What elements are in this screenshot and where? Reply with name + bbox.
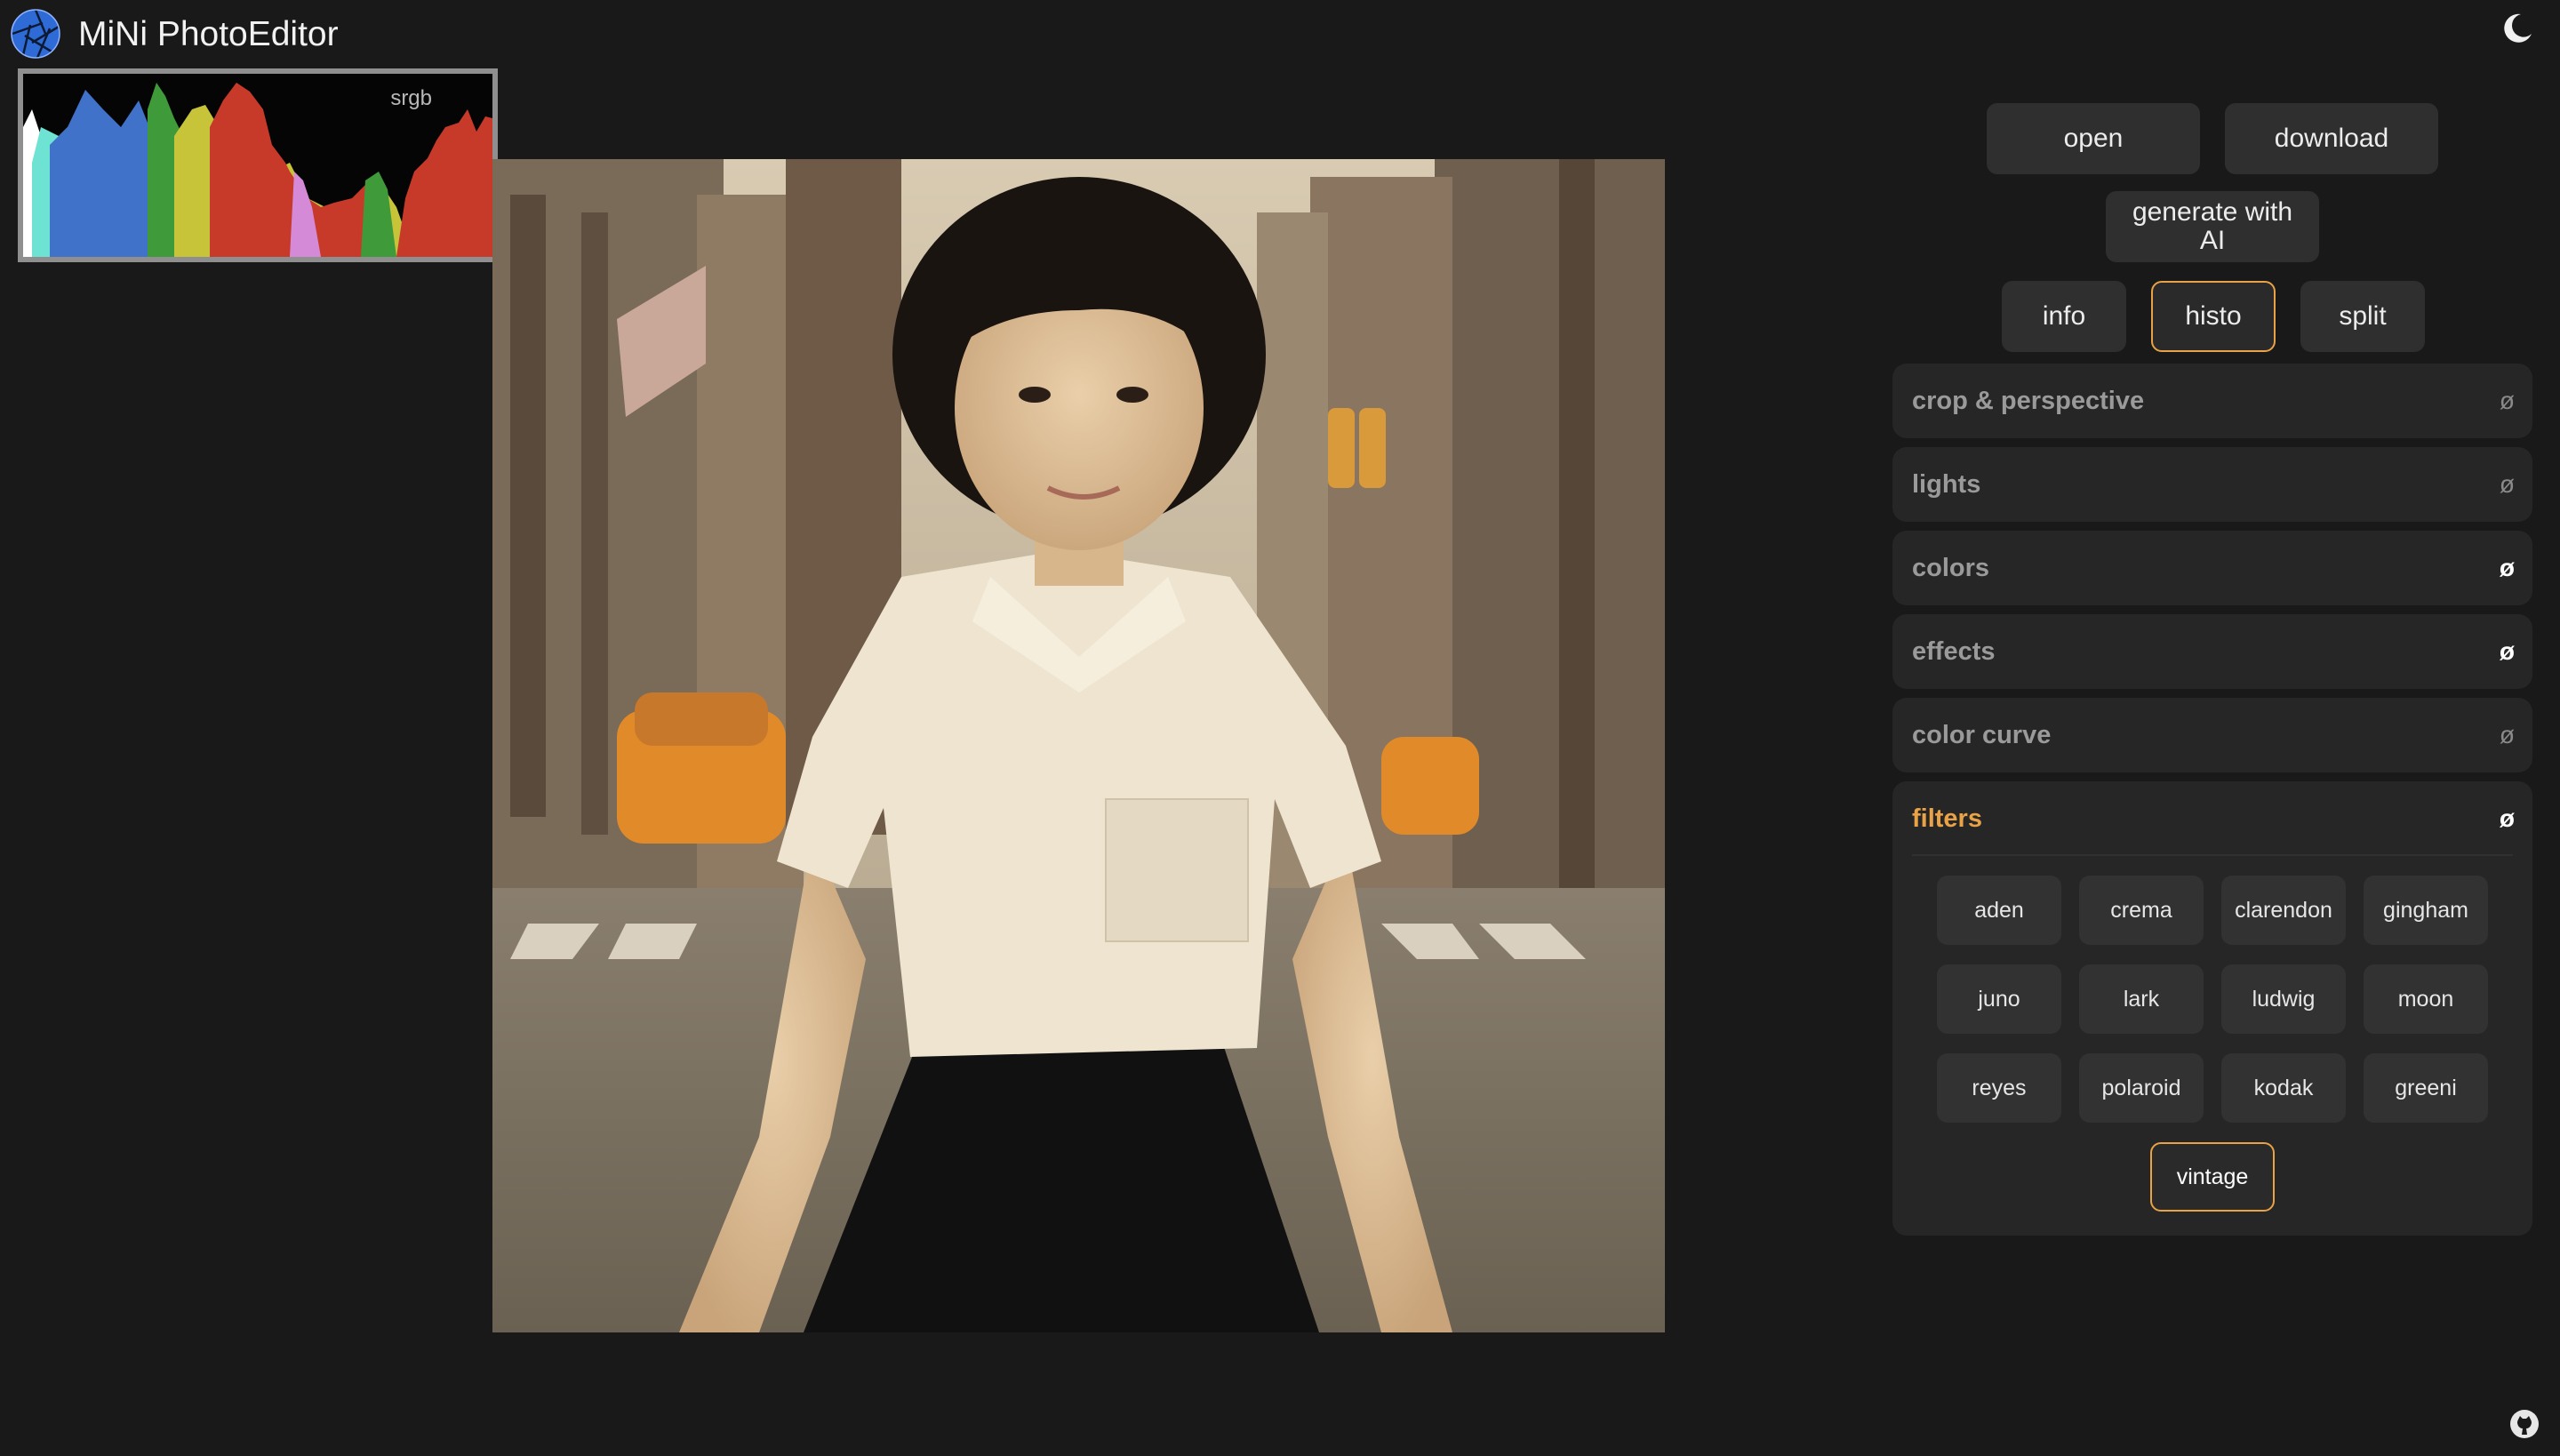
filter-vintage-button[interactable]: vintage [2150,1142,2275,1212]
app-title: MiNi PhotoEditor [78,15,339,53]
photo-canvas[interactable] [492,159,1665,1332]
filter-crema-button[interactable]: crema [2079,876,2204,945]
section-title: colors [1912,554,1990,582]
filter-moon-button[interactable]: moon [2364,964,2488,1034]
github-icon[interactable] [2508,1408,2540,1440]
filter-lark-button[interactable]: lark [2079,964,2204,1034]
tab-info[interactable]: info [2002,281,2126,352]
section-title: lights [1912,470,1981,499]
section-filters: filters ø aden crema clarendon gingham j… [1892,781,2532,1236]
generate-ai-button[interactable]: generate with AI [2106,191,2319,262]
histogram-colorspace-label: srgb [390,86,432,110]
section-title[interactable]: filters [1912,781,1982,856]
section-title: color curve [1912,721,2052,749]
reset-icon[interactable]: ø [2500,531,2515,605]
section-crop-perspective[interactable]: crop & perspective ø [1892,364,2532,438]
filter-juno-button[interactable]: juno [1937,964,2061,1034]
filter-reyes-button[interactable]: reyes [1937,1053,2061,1123]
app-logo-icon [11,9,60,59]
reset-icon[interactable]: ø [2500,364,2515,438]
reset-icon[interactable]: ø [2500,698,2515,772]
reset-icon[interactable]: ø [2500,614,2515,689]
tab-histo[interactable]: histo [2151,281,2276,352]
filter-aden-button[interactable]: aden [1937,876,2061,945]
photo-image [492,159,1665,1332]
divider [1912,854,2513,856]
filter-kodak-button[interactable]: kodak [2221,1053,2346,1123]
filter-gingham-button[interactable]: gingham [2364,876,2488,945]
filter-polaroid-button[interactable]: polaroid [2079,1053,2204,1123]
section-title: crop & perspective [1912,387,2145,415]
filter-ludwig-button[interactable]: ludwig [2221,964,2346,1034]
section-lights[interactable]: lights ø [1892,447,2532,522]
reset-icon[interactable]: ø [2500,781,2515,856]
section-color-curve[interactable]: color curve ø [1892,698,2532,772]
filter-greeni-button[interactable]: greeni [2364,1053,2488,1123]
section-colors[interactable]: colors ø [1892,531,2532,605]
section-title: effects [1912,637,1996,666]
filter-clarendon-button[interactable]: clarendon [2221,876,2346,945]
open-button[interactable]: open [1987,103,2200,174]
download-button[interactable]: download [2225,103,2438,174]
section-effects[interactable]: effects ø [1892,614,2532,689]
tab-split[interactable]: split [2300,281,2425,352]
histogram-panel: srgb [18,68,498,262]
moon-icon[interactable] [2500,11,2535,46]
reset-icon[interactable]: ø [2500,447,2515,522]
filter-grid: aden crema clarendon gingham juno lark l… [1937,876,2488,1212]
